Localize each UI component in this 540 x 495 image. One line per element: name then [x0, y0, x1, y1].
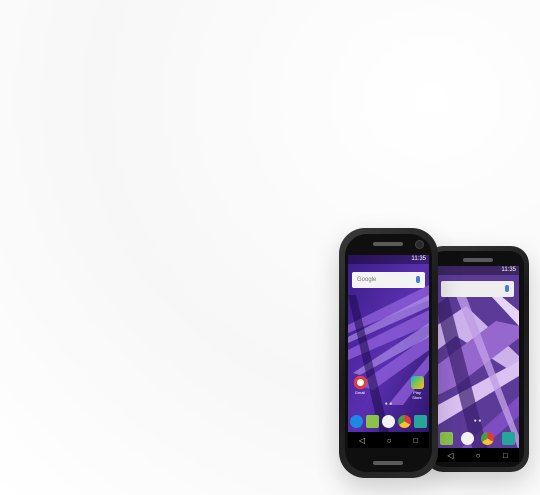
app-label: Gmail — [354, 390, 366, 395]
back-nav-bar: ◁ ○ □ — [436, 448, 519, 462]
gmail-icon — [353, 376, 367, 389]
front-status-bar: 11:35 — [348, 255, 429, 264]
back-nav-icon[interactable]: ◁ — [447, 451, 453, 460]
play-store-icon — [410, 376, 424, 389]
search-placeholder: Google — [357, 277, 377, 283]
front-phone-speaker — [373, 242, 403, 246]
back-phone: 11:35 ● ● ◁ ○ □ — [425, 246, 529, 472]
back-search-bar[interactable] — [441, 281, 514, 297]
front-search-bar[interactable]: Google — [352, 272, 425, 288]
back-nav-icon[interactable]: ◁ — [359, 436, 365, 445]
camera-icon[interactable] — [502, 431, 516, 445]
apps-drawer-icon[interactable] — [460, 431, 474, 445]
home-nav-icon[interactable]: ○ — [387, 436, 392, 445]
front-phone-screen: 11:35 Google Gmail Play Store ● ● ◁ ○ □ — [348, 255, 429, 448]
messages-icon[interactable] — [365, 414, 379, 428]
front-dock — [348, 407, 429, 435]
mic-icon[interactable] — [416, 276, 420, 283]
app-label: Play Store — [412, 390, 422, 400]
mic-icon[interactable] — [505, 285, 509, 292]
home-nav-icon[interactable]: ○ — [476, 451, 481, 460]
front-nav-bar: ◁ ○ □ — [348, 432, 429, 448]
apps-drawer-icon[interactable] — [381, 414, 395, 428]
app-play-store[interactable]: Play Store — [409, 376, 425, 400]
app-gmail[interactable]: Gmail — [352, 376, 368, 395]
camera-icon[interactable] — [414, 414, 428, 428]
back-status-bar: 11:35 — [436, 266, 519, 275]
recents-nav-icon[interactable]: □ — [503, 451, 508, 460]
product-scene: 11:35 ● ● ◁ ○ □ 11:35 Google Gmail Play … — [0, 0, 540, 495]
phone-icon[interactable] — [349, 414, 363, 428]
front-phone-bottom-speaker — [373, 461, 403, 465]
front-phone: 11:35 Google Gmail Play Store ● ● ◁ ○ □ — [339, 228, 438, 478]
back-phone-screen: 11:35 ● ● ◁ ○ □ — [436, 266, 519, 462]
front-camera-icon — [415, 240, 424, 249]
chrome-icon[interactable] — [481, 431, 495, 445]
chrome-icon[interactable] — [398, 414, 412, 428]
messages-icon[interactable] — [439, 431, 453, 445]
recents-nav-icon[interactable]: □ — [413, 436, 418, 445]
back-phone-speaker — [463, 258, 493, 262]
